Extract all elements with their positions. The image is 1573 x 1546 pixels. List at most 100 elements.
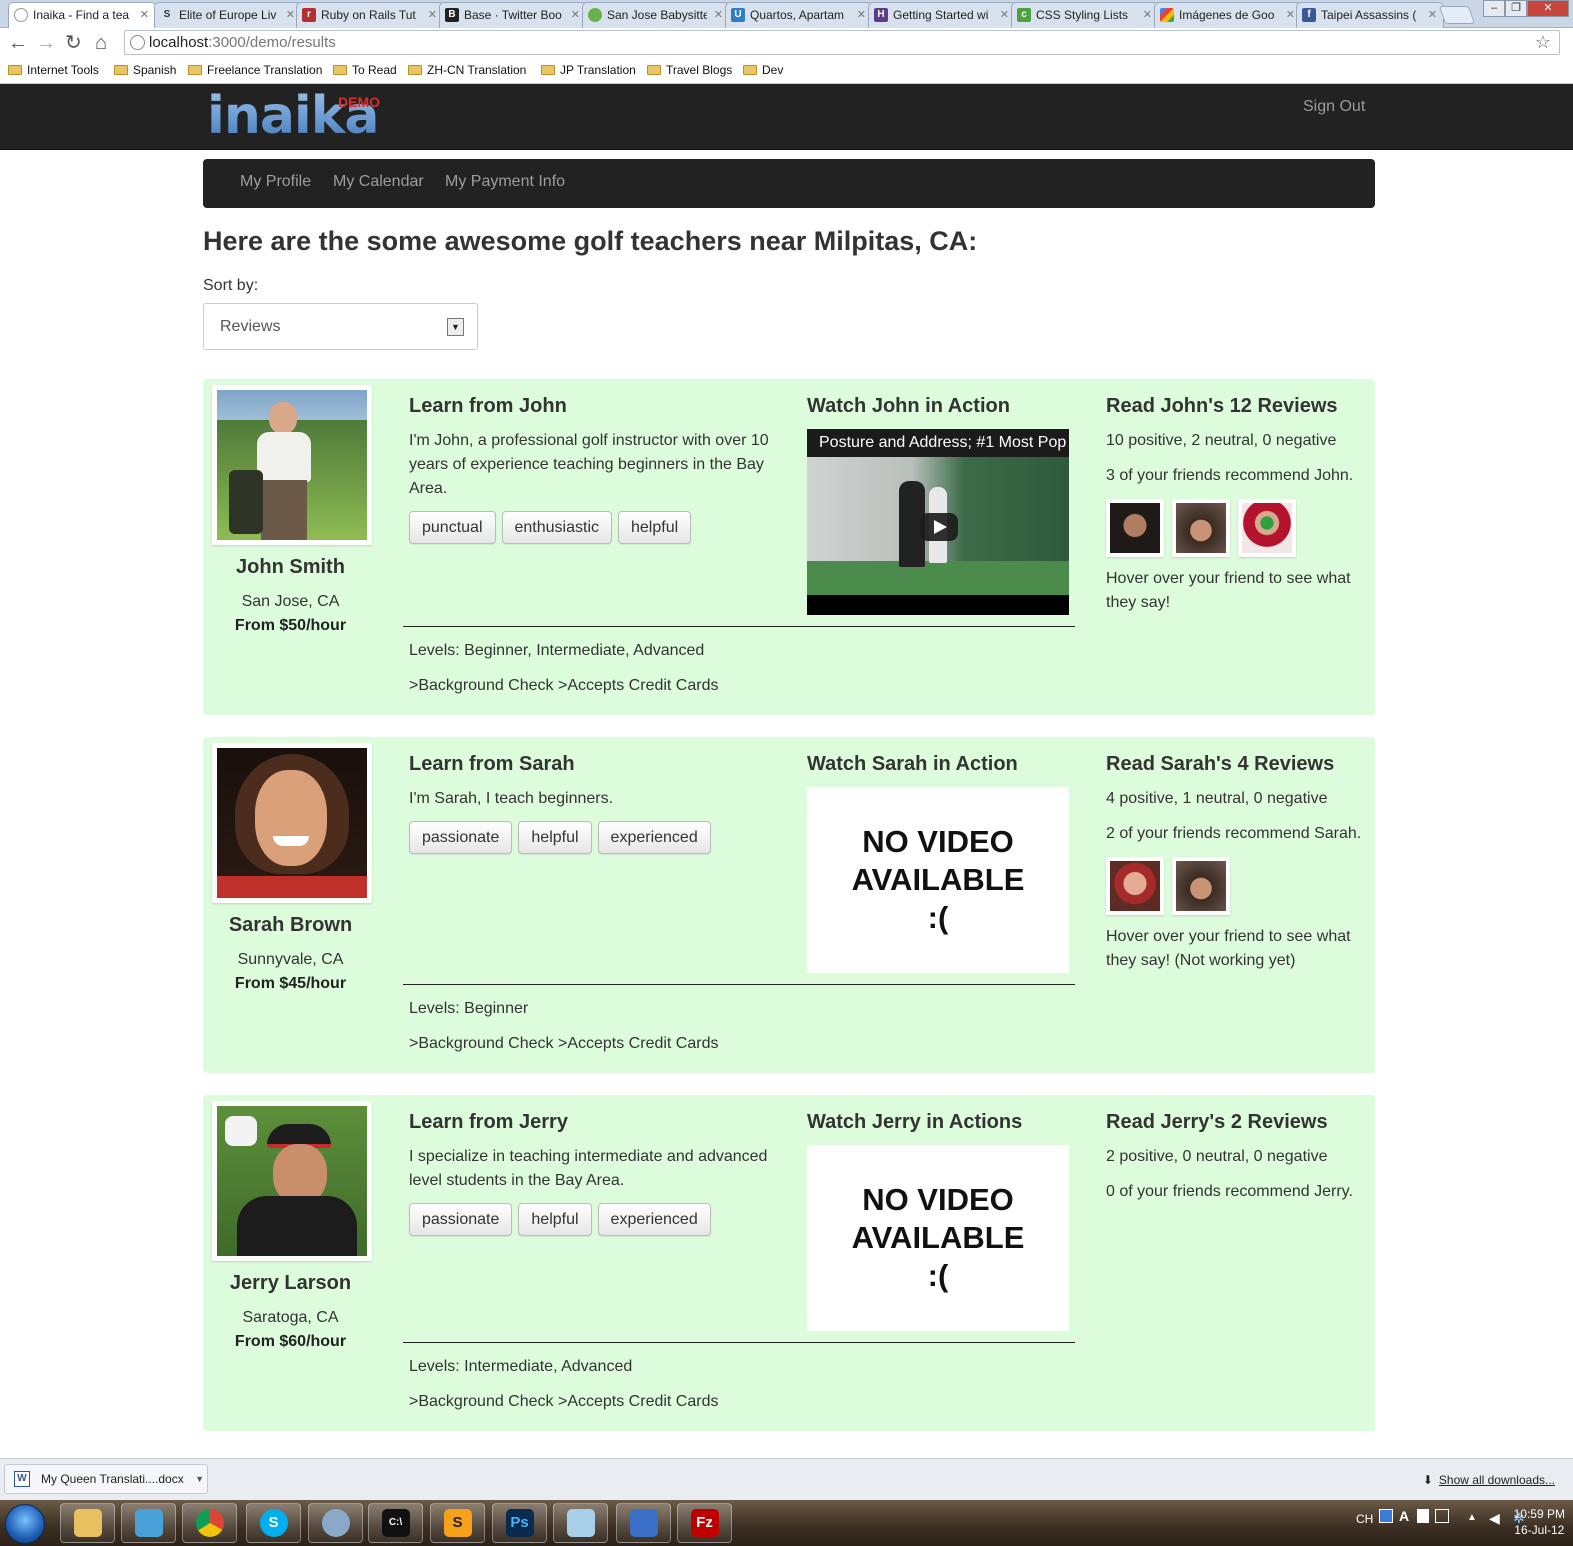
tab-ruby-on-rails[interactable]: r Ruby on Rails Tut ✕ <box>296 2 444 28</box>
tag-list: passionate helpful experienced <box>409 821 711 854</box>
tag-button[interactable]: helpful <box>518 1203 592 1236</box>
filezilla-taskbar-button[interactable]: Fz <box>677 1503 732 1543</box>
close-icon[interactable]: ✕ <box>428 3 437 27</box>
filezilla-icon: Fz <box>690 1509 719 1537</box>
cmd-taskbar-button[interactable]: C:\ <box>368 1503 423 1543</box>
page-icon[interactable] <box>1417 1509 1429 1523</box>
video-controls-bar[interactable] <box>807 595 1069 615</box>
play-icon <box>934 520 947 534</box>
reviews-title[interactable]: Read Jerry's 2 Reviews <box>1106 1111 1328 1134</box>
maximize-button[interactable]: ❐ <box>1505 0 1527 17</box>
close-icon[interactable]: ✕ <box>1428 3 1437 27</box>
tab-twitter-bootstrap[interactable]: B Base · Twitter Boo ✕ <box>439 2 587 28</box>
explorer-taskbar-button[interactable] <box>60 1503 115 1543</box>
sort-select[interactable]: Reviews ▼ <box>203 303 478 350</box>
tab-taipei-assassins[interactable]: f Taipei Assassins (✕ <box>1296 2 1444 28</box>
reviews-title[interactable]: Read Sarah's 4 Reviews <box>1106 753 1334 776</box>
speaker-icon[interactable]: ◀ <box>1489 1510 1500 1527</box>
nav-my-calendar[interactable]: My Calendar <box>333 173 424 191</box>
close-icon[interactable]: ✕ <box>857 3 866 27</box>
sign-out-link[interactable]: Sign Out <box>1303 98 1365 116</box>
nav-my-profile[interactable]: My Profile <box>240 173 311 191</box>
download-item[interactable]: W My Queen Translati....docx ▼ <box>4 1464 208 1494</box>
keyboard-icon[interactable] <box>1435 1509 1449 1523</box>
tag-button[interactable]: passionate <box>409 821 513 854</box>
teacher-photo-john[interactable] <box>217 390 367 540</box>
close-window-button[interactable]: ✕ <box>1527 0 1569 17</box>
tab-getting-started[interactable]: H Getting Started wi ✕ <box>868 2 1016 28</box>
bookmark-jp-translation[interactable]: JP Translation <box>541 63 636 77</box>
friend-avatar[interactable] <box>1106 499 1164 557</box>
close-icon[interactable]: ✕ <box>286 3 295 27</box>
video-player[interactable]: Posture and Address; #1 Most Pop <box>807 429 1069 615</box>
skype-taskbar-button[interactable]: S <box>246 1503 301 1543</box>
chrome-taskbar-button[interactable] <box>182 1503 237 1543</box>
network-taskbar-button[interactable] <box>121 1503 176 1543</box>
video-title[interactable]: Posture and Address; #1 Most Pop <box>807 429 1069 457</box>
photoshop-taskbar-button[interactable]: Ps <box>492 1503 547 1543</box>
home-icon[interactable]: ⌂ <box>95 31 107 55</box>
tag-button[interactable]: helpful <box>618 511 692 544</box>
input-language[interactable]: CH <box>1356 1512 1373 1526</box>
tag-button[interactable]: punctual <box>409 511 496 544</box>
minimize-button[interactable]: – <box>1483 0 1505 17</box>
show-all-downloads-link[interactable]: ⬇ Show all downloads... <box>1423 1473 1555 1487</box>
tab-google-images[interactable]: Imágenes de Goo ✕ <box>1154 2 1302 28</box>
bookmark-dev[interactable]: Dev <box>743 63 783 77</box>
font-a-icon[interactable]: A <box>1399 1508 1409 1524</box>
start-button[interactable] <box>5 1504 45 1544</box>
forward-arrow-icon[interactable]: → <box>36 31 56 55</box>
reload-icon[interactable]: ↻ <box>65 31 82 55</box>
nav-my-payment-info[interactable]: My Payment Info <box>445 173 565 191</box>
tab-elite-of-europe[interactable]: S Elite of Europe Liv ✕ <box>154 2 302 28</box>
friend-avatar[interactable] <box>1238 499 1296 557</box>
address-bar[interactable]: localhost:3000/demo/results ☆ <box>124 30 1560 55</box>
friend-avatar[interactable] <box>1172 499 1230 557</box>
close-icon[interactable]: ✕ <box>1000 3 1009 27</box>
play-button[interactable] <box>920 513 958 541</box>
bookmark-freelance-translation[interactable]: Freelance Translation <box>188 63 322 77</box>
window-controls: – ❐ ✕ <box>1483 0 1569 18</box>
teacher-photo-jerry[interactable] <box>217 1106 367 1256</box>
network-drive-taskbar-button[interactable] <box>616 1503 671 1543</box>
clock-app-taskbar-button[interactable] <box>308 1503 363 1543</box>
tag-button[interactable]: passionate <box>409 1203 513 1236</box>
tab-css-styling-lists[interactable]: c CSS Styling Lists ✕ <box>1011 2 1159 28</box>
bookmark-internet-tools[interactable]: Internet Tools <box>8 63 99 77</box>
close-icon[interactable]: ✕ <box>714 3 723 27</box>
bookmark-to-read[interactable]: To Read <box>333 63 397 77</box>
demo-badge: DEMO <box>338 94 380 110</box>
reviews-title[interactable]: Read John's 12 Reviews <box>1106 395 1338 418</box>
tag-button[interactable]: experienced <box>597 821 711 854</box>
teacher-photo-sarah[interactable] <box>217 748 367 898</box>
close-icon[interactable]: ✕ <box>571 3 580 27</box>
teacher-name[interactable]: Sarah Brown <box>203 914 378 937</box>
tab-quartos[interactable]: U Quartos, Apartam ✕ <box>725 2 873 28</box>
close-icon[interactable]: ✕ <box>1143 3 1152 27</box>
tab-inaika[interactable]: Inaika - Find a tea ✕ <box>8 2 156 29</box>
new-tab-button[interactable] <box>1438 6 1476 24</box>
teacher-name[interactable]: Jerry Larson <box>203 1272 378 1295</box>
close-icon[interactable]: ✕ <box>1286 3 1295 27</box>
back-arrow-icon[interactable]: ← <box>8 31 28 55</box>
tag-button[interactable]: experienced <box>597 1203 711 1236</box>
teacher-features: >Background Check >Accepts Credit Cards <box>409 1035 719 1052</box>
tag-button[interactable]: helpful <box>518 821 592 854</box>
ime-icon[interactable] <box>1379 1509 1393 1523</box>
bookmark-travel-blogs[interactable]: Travel Blogs <box>647 63 732 77</box>
bookmark-spanish[interactable]: Spanish <box>114 63 176 77</box>
eraser-taskbar-button[interactable] <box>553 1503 608 1543</box>
teacher-name[interactable]: John Smith <box>203 556 378 579</box>
tab-san-jose-babysitter[interactable]: San Jose Babysitte ✕ <box>582 2 730 28</box>
sublime-taskbar-button[interactable]: S <box>430 1503 485 1543</box>
system-clock[interactable]: 10:59 PM 16-Jul-12 <box>1514 1506 1565 1538</box>
friend-avatar[interactable] <box>1106 857 1164 915</box>
tray-expand-icon[interactable]: ▲ <box>1467 1512 1477 1523</box>
bookmark-zh-cn-translation[interactable]: ZH-CN Translation <box>408 63 526 77</box>
friend-avatar[interactable] <box>1172 857 1230 915</box>
chevron-down-icon[interactable]: ▼ <box>195 1465 204 1493</box>
tag-button[interactable]: enthusiastic <box>501 511 612 544</box>
teacher-card-jerry: Jerry Larson Saratoga, CA From $60/hour … <box>203 1095 1375 1431</box>
bookmark-star-icon[interactable]: ☆ <box>1535 31 1551 54</box>
close-icon[interactable]: ✕ <box>140 3 149 27</box>
